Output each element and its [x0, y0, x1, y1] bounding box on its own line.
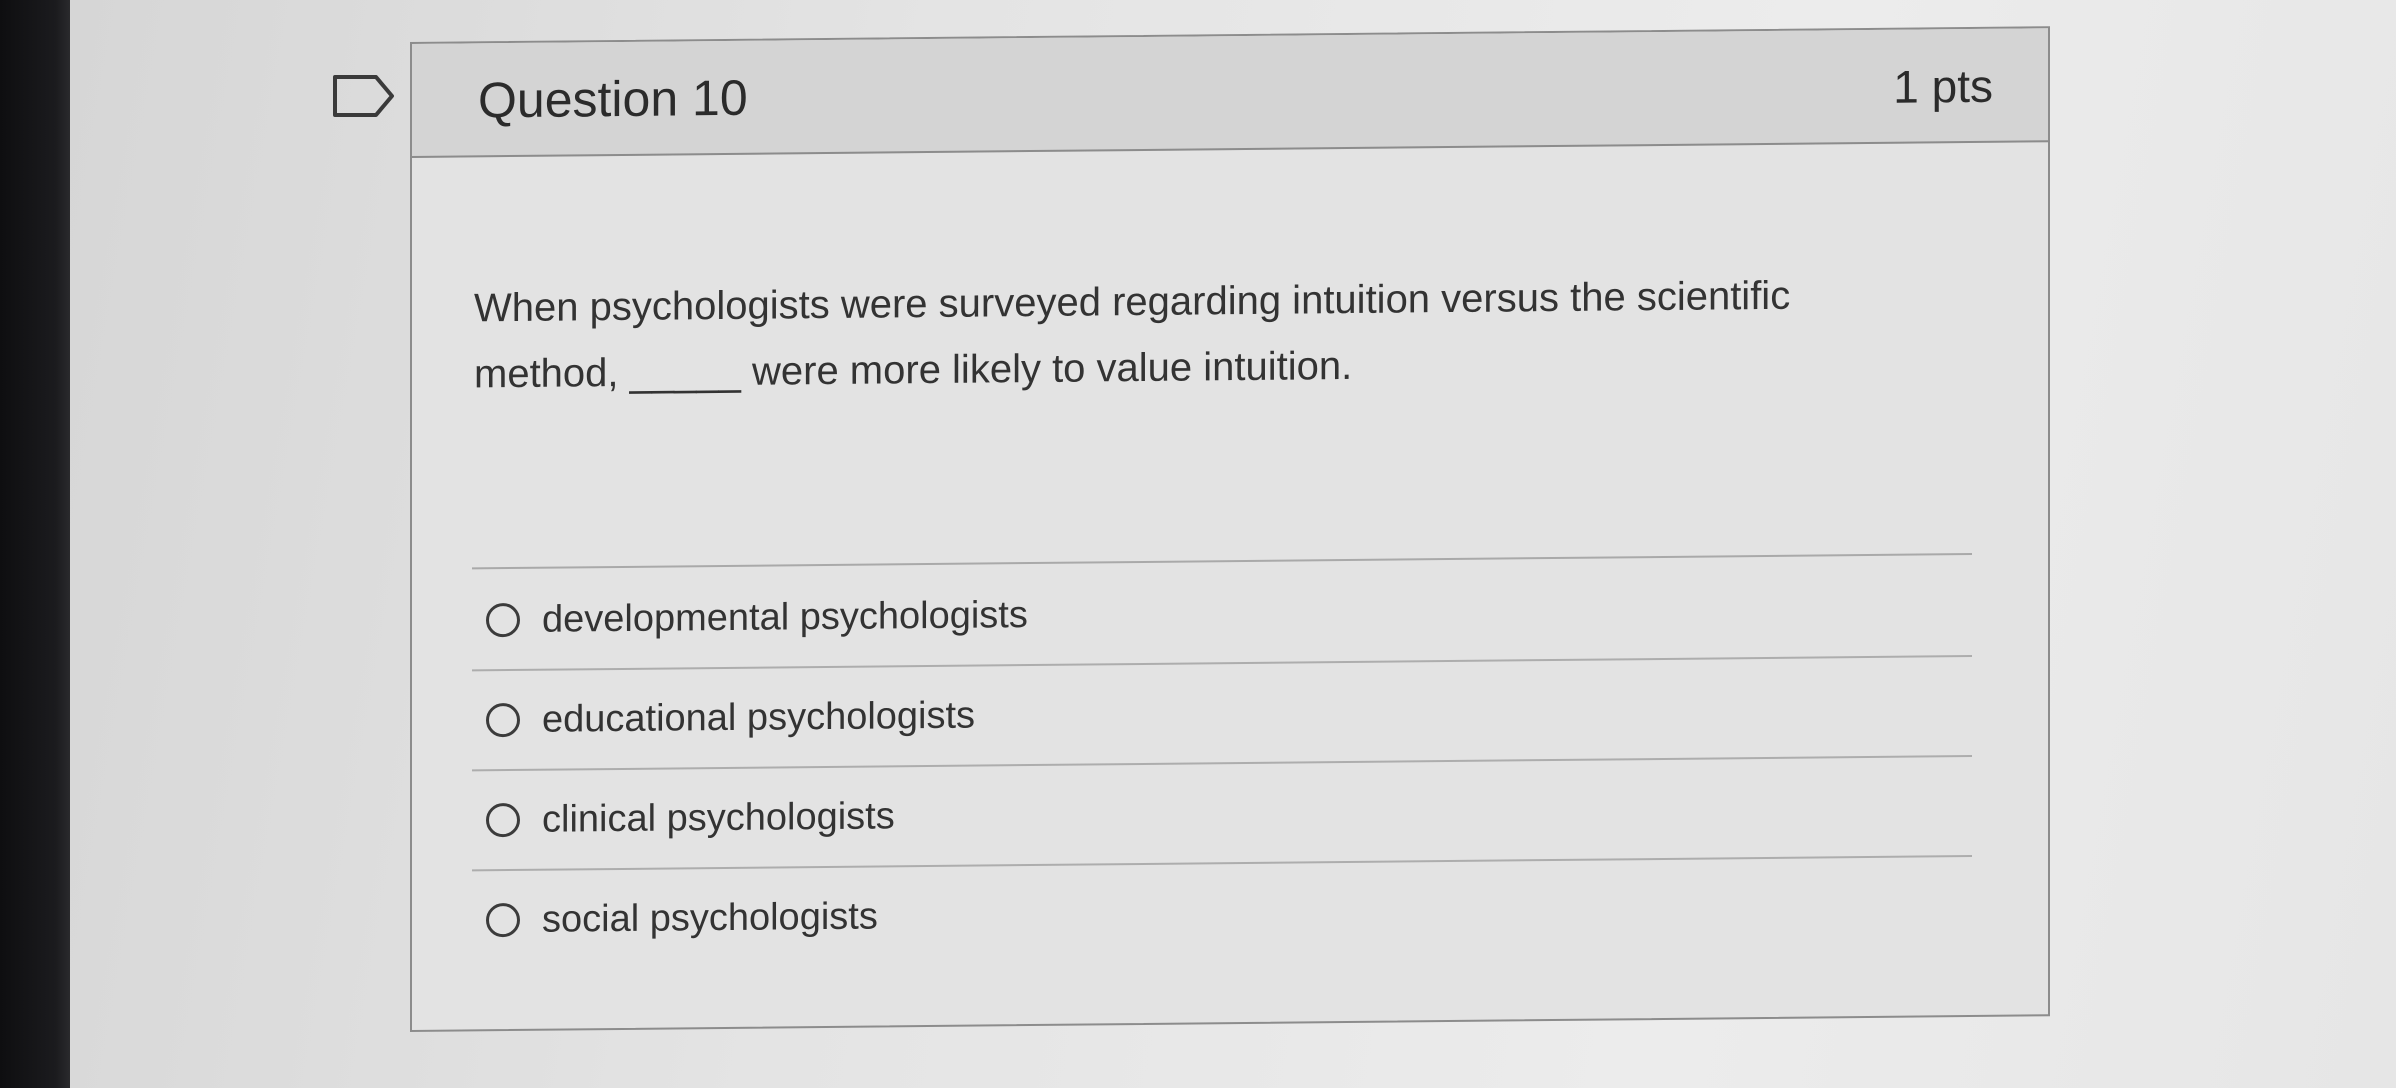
- radio-button[interactable]: [486, 602, 520, 638]
- radio-button[interactable]: [486, 702, 520, 738]
- question-title: Question 10: [478, 69, 748, 129]
- radio-button[interactable]: [486, 802, 520, 838]
- answer-list: developmental psychologists educational …: [472, 557, 1972, 969]
- answer-option[interactable]: educational psychologists: [472, 657, 1972, 772]
- device-bezel: [0, 0, 70, 1088]
- answer-label[interactable]: developmental psychologists: [542, 594, 1028, 642]
- screen: Question 10 1 pts When psychologists wer…: [70, 0, 2396, 1088]
- answer-label[interactable]: clinical psychologists: [542, 795, 895, 841]
- radio-button[interactable]: [486, 902, 520, 938]
- question-text: When psychologists were surveyed regardi…: [474, 273, 1791, 397]
- question-card: Question 10 1 pts When psychologists wer…: [410, 26, 2050, 1032]
- question-header: Question 10 1 pts: [412, 28, 2048, 158]
- answer-label[interactable]: social psychologists: [542, 895, 878, 941]
- question-points: 1 pts: [1893, 59, 1993, 113]
- answer-label[interactable]: educational psychologists: [542, 694, 975, 741]
- flag-icon[interactable]: [332, 74, 396, 118]
- answer-option[interactable]: social psychologists: [472, 857, 1972, 969]
- answer-option[interactable]: clinical psychologists: [472, 757, 1972, 872]
- answer-option[interactable]: developmental psychologists: [472, 557, 1972, 672]
